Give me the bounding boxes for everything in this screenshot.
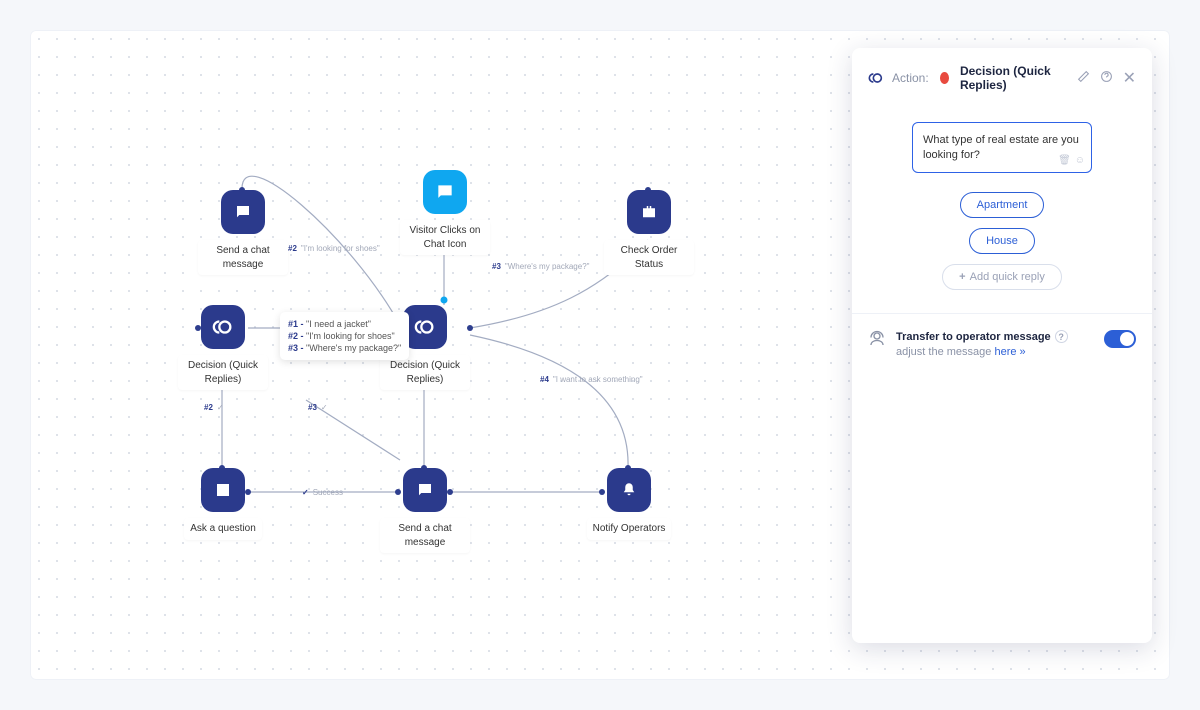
decision-options-tooltip: #1 - "I need a jacket" #2 - "I'm looking… (280, 312, 409, 360)
decision-icon (201, 305, 245, 349)
node-label: Decision (Quick Replies) (380, 355, 470, 390)
trash-icon[interactable]: 🗑 (1058, 154, 1071, 168)
close-icon[interactable]: ✕ (1123, 68, 1136, 88)
node-label: Send a chat message (380, 518, 470, 553)
edge-label: #2✓ (204, 403, 224, 412)
quick-reply-chip[interactable]: Apartment (960, 192, 1045, 218)
edge-label: #2"I'm looking for shoes" (288, 244, 380, 253)
node-label: Visitor Clicks on Chat Icon (400, 220, 490, 255)
node-send-chat-1[interactable]: Send a chat message (198, 190, 288, 275)
help-icon[interactable]: ? (1055, 330, 1068, 343)
status-dot-icon (940, 72, 949, 84)
briefcase-icon (627, 190, 671, 234)
node-ask-question[interactable]: Ask a question (178, 468, 268, 540)
node-label: Check Order Status (604, 240, 694, 275)
edge-label: #3✓ (308, 403, 328, 412)
panel-body: What type of real estate are you looking… (852, 104, 1152, 313)
decision-icon (403, 305, 447, 349)
node-notify-operators[interactable]: Notify Operators (584, 468, 674, 540)
operator-icon (868, 330, 886, 348)
quick-reply-chip[interactable]: House (969, 228, 1035, 254)
action-panel: Action: Decision (Quick Replies) ✕ What … (852, 48, 1152, 643)
transfer-toggle[interactable] (1104, 330, 1136, 348)
edge-label: #4"I want to ask something" (540, 375, 643, 384)
node-label: Ask a question (184, 518, 262, 540)
adjust-link[interactable]: here » (994, 346, 1025, 358)
node-check-order[interactable]: Check Order Status (604, 190, 694, 275)
edge-label: ✓Success (302, 488, 343, 497)
node-decision-left[interactable]: Decision (Quick Replies) (178, 305, 268, 390)
transfer-section: Transfer to operator message? adjust the… (852, 313, 1152, 374)
node-label: Notify Operators (587, 518, 672, 540)
panel-title-prefix: Action: (892, 71, 929, 85)
node-label: Send a chat message (198, 240, 288, 275)
arrow-box-icon (201, 468, 245, 512)
message-input[interactable]: What type of real estate are you looking… (912, 122, 1092, 173)
transfer-title: Transfer to operator message? (896, 330, 1094, 343)
edit-icon[interactable] (1077, 70, 1090, 86)
help-icon[interactable] (1100, 70, 1113, 86)
message-icon (403, 468, 447, 512)
message-icon (221, 190, 265, 234)
bell-icon (607, 468, 651, 512)
decision-icon (868, 70, 884, 86)
panel-header: Action: Decision (Quick Replies) ✕ (852, 48, 1152, 104)
node-send-chat-2[interactable]: Send a chat message (380, 468, 470, 553)
emoji-icon[interactable]: ☺ (1075, 154, 1085, 168)
message-text: What type of real estate are you looking… (923, 134, 1079, 161)
node-label: Decision (Quick Replies) (178, 355, 268, 390)
transfer-subtitle: adjust the message here » (896, 346, 1094, 358)
panel-title: Decision (Quick Replies) (960, 64, 1069, 92)
chat-bubble-icon (423, 170, 467, 214)
edge-label: #3"Where's my package?" (492, 262, 589, 271)
add-quick-reply-button[interactable]: +Add quick reply (942, 264, 1062, 290)
node-visitor-clicks[interactable]: Visitor Clicks on Chat Icon (400, 170, 490, 255)
